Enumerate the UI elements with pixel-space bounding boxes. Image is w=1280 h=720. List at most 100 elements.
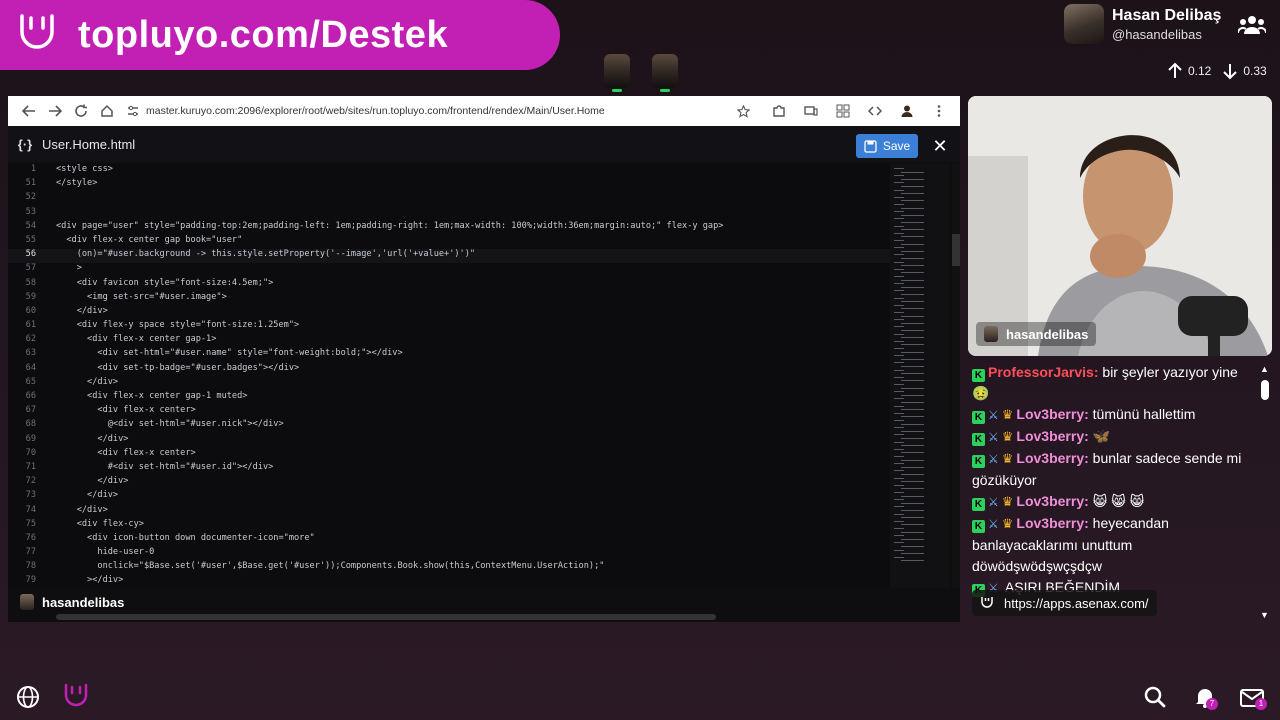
code-line[interactable]: 67 <div flex-x center> — [8, 405, 890, 419]
code-line[interactable]: 74 </div> — [8, 505, 890, 519]
close-button[interactable]: ✕ — [930, 136, 950, 156]
code-line[interactable]: 71 #<div set-html="#user.id"></div> — [8, 462, 890, 476]
minimap-line — [901, 315, 924, 317]
minimap-line — [901, 330, 924, 331]
minimap-line — [894, 477, 904, 479]
save-button[interactable]: Save — [856, 134, 918, 158]
code-line[interactable]: 63 <div set-html="#user.name" style="fon… — [8, 348, 890, 362]
code-text: <div flex-cy> — [56, 518, 144, 529]
home-button[interactable] — [94, 98, 120, 124]
code-line[interactable]: 65 </div> — [8, 377, 890, 391]
code-line[interactable]: 57 > — [8, 263, 890, 277]
code-line[interactable]: 69 </div> — [8, 434, 890, 448]
chat-username[interactable]: Lov3berry: — [1016, 406, 1088, 422]
crown-badge-icon: ♛ — [1001, 494, 1014, 509]
code-line[interactable]: 54 <div page="user" style="padding-top:2e… — [8, 221, 890, 235]
forward-button[interactable] — [42, 98, 68, 124]
code-line[interactable]: 79 ></div> — [8, 575, 890, 588]
devices-icon — [804, 106, 818, 116]
k-badge-icon: K — [972, 455, 985, 468]
chat-scrollbar[interactable]: ▲ ▼ — [1259, 362, 1271, 624]
topluyo-logo-icon — [981, 597, 993, 608]
scrollbar-thumb[interactable] — [952, 234, 960, 266]
download-value: 0.33 — [1243, 64, 1267, 78]
code-line[interactable]: 55 <div flex-x center gap book="user" — [8, 235, 890, 249]
scroll-down-icon[interactable]: ▼ — [1260, 610, 1269, 620]
code-line[interactable]: 61 <div flex-y space style="font-size:1.… — [8, 320, 890, 334]
crown-badge-icon: ♛ — [1001, 516, 1014, 531]
code-line[interactable]: 52 — [8, 192, 890, 206]
code-line[interactable]: 51 </style> — [8, 178, 890, 192]
line-number: 67 — [25, 405, 36, 416]
chat-username[interactable]: Lov3berry: — [1016, 493, 1088, 509]
topluyo-logo-icon[interactable] — [62, 683, 90, 711]
minimap-line — [894, 549, 904, 551]
chat-username[interactable]: Lov3berry: — [1016, 450, 1088, 466]
code-line[interactable]: 56 (on)="#user.background -> this.style.… — [8, 249, 890, 264]
code-text: </div> — [56, 476, 129, 487]
more-vertical-icon — [937, 105, 941, 117]
viewer-avatar[interactable] — [604, 54, 630, 92]
minimap-line — [894, 319, 904, 321]
code-text: <div flex-x center> — [56, 447, 196, 458]
apps-button[interactable] — [830, 98, 856, 124]
floppy-icon — [864, 139, 877, 153]
chat-username[interactable]: Lov3berry: — [1016, 428, 1088, 444]
line-number: 73 — [25, 490, 36, 501]
crown-badge-icon: ♛ — [1001, 451, 1014, 466]
bookmark-star-icon[interactable] — [737, 104, 750, 118]
code-line[interactable]: 76 <div icon-button down documenter-icon… — [8, 533, 890, 547]
code-line[interactable]: 73 </div> — [8, 490, 890, 504]
code-line[interactable]: 60 </div> — [8, 306, 890, 320]
code-line[interactable]: 53 — [8, 207, 890, 221]
code-line[interactable]: 62 <div flex-x center gap-1> — [8, 334, 890, 348]
minimap-line — [894, 391, 904, 393]
minimap-line — [901, 308, 924, 310]
upload-value: 0.12 — [1188, 64, 1212, 78]
minimap-line — [894, 420, 904, 421]
globe-icon[interactable] — [16, 685, 40, 709]
code-line[interactable]: 66 <div flex-x center gap-1 muted> — [8, 391, 890, 405]
vertical-scrollbar[interactable] — [952, 164, 960, 588]
code-text: <div flex-x center gap-1> — [56, 334, 217, 345]
address-bar[interactable]: master.kuruyo.com:2096/explorer/root/web… — [126, 99, 756, 123]
code-text: </div> — [56, 376, 119, 387]
minimap[interactable] — [890, 164, 950, 588]
devtools-button[interactable] — [862, 98, 888, 124]
site-info-icon[interactable] — [126, 104, 140, 118]
people-icon[interactable] — [1238, 14, 1266, 36]
search-icon[interactable] — [1144, 686, 1166, 708]
line-number: 53 — [25, 206, 36, 217]
minimap-line — [894, 535, 904, 537]
code-line[interactable]: 58 <div favicon style="font-size:4.5em;"… — [8, 278, 890, 292]
line-number: 66 — [25, 391, 36, 401]
cast-button[interactable] — [798, 98, 824, 124]
menu-button[interactable] — [926, 98, 952, 124]
code-line[interactable]: 72 </div> — [8, 476, 890, 490]
code-editor[interactable]: 1 <style css> 51 </style> 52 53 54 <div page="u… — [8, 164, 890, 588]
scrollbar-thumb[interactable] — [1261, 380, 1269, 400]
code-line[interactable]: 77 hide-user-0 — [8, 547, 890, 561]
back-button[interactable] — [16, 98, 42, 124]
minimap-line — [894, 362, 904, 364]
chat-username[interactable]: ProfessorJarvis: — [988, 364, 1099, 380]
viewer-avatar[interactable] — [652, 54, 678, 92]
code-line[interactable]: 75 <div flex-cy> — [8, 519, 890, 533]
support-banner[interactable]: topluyo.com/Destek — [0, 0, 560, 70]
code-line[interactable]: 64 <div set-tp-badge="#user.badges"></di… — [8, 363, 890, 377]
horizontal-scrollbar[interactable] — [56, 614, 716, 620]
crown-badge-icon: ♛ — [1001, 407, 1014, 422]
link-preview[interactable]: https://apps.asenax.com/ — [972, 590, 1157, 616]
code-line[interactable]: 70 <div flex-x center> — [8, 448, 890, 462]
scroll-up-icon[interactable]: ▲ — [1260, 364, 1269, 374]
code-line[interactable]: 59 <img set-src="#user.image"> — [8, 292, 890, 306]
profile-button[interactable] — [894, 98, 920, 124]
extensions-button[interactable] — [766, 98, 792, 124]
reload-button[interactable] — [68, 98, 94, 124]
chat-username[interactable]: Lov3berry: — [1016, 515, 1088, 531]
code-line[interactable]: 68 @<div set-html="#user.nick"></div> — [8, 419, 890, 433]
code-text: <div flex-x center gap-1 muted> — [56, 391, 248, 401]
code-line[interactable]: 78 onclick="$Base.set('#user',$Base.get(… — [8, 561, 890, 575]
code-line[interactable]: 1 <style css> — [8, 164, 890, 178]
profile[interactable]: Hasan Delibaş @hasandelibas — [1064, 4, 1221, 44]
